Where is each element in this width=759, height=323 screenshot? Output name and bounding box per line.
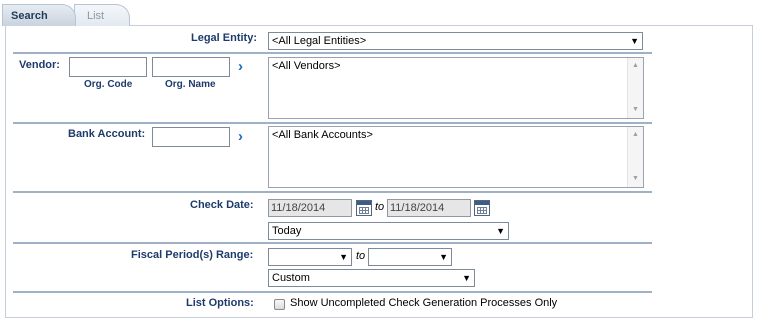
separator bbox=[13, 291, 652, 293]
org-name-label: Org. Name bbox=[165, 79, 216, 90]
bank-account-list-item[interactable]: <All Bank Accounts> bbox=[272, 129, 640, 141]
show-uncompleted-checkbox[interactable] bbox=[274, 299, 285, 310]
separator bbox=[13, 191, 652, 193]
vendor-listbox-scrollbar[interactable]: ▲ ▼ bbox=[627, 58, 643, 118]
fiscal-period-to-select[interactable]: ▼ bbox=[368, 248, 452, 266]
dropdown-arrow-icon: ▼ bbox=[630, 36, 639, 46]
tab-list[interactable]: List bbox=[74, 4, 130, 26]
bank-account-label: Bank Account: bbox=[68, 128, 146, 140]
vendor-org-code-input[interactable] bbox=[69, 57, 147, 77]
check-date-from-input[interactable]: 11/18/2014 bbox=[268, 199, 352, 217]
vendor-label: Vendor: bbox=[19, 59, 60, 71]
search-panel: Legal Entity: <All Legal Entities> ▼ Ven… bbox=[5, 25, 753, 318]
calendar-icon[interactable] bbox=[356, 200, 372, 216]
dropdown-arrow-icon: ▼ bbox=[462, 273, 471, 283]
dropdown-arrow-icon: ▼ bbox=[439, 252, 448, 262]
fiscal-period-to-label: to bbox=[356, 250, 366, 262]
legal-entity-select[interactable]: <All Legal Entities> ▼ bbox=[268, 32, 643, 50]
bank-account-input[interactable] bbox=[152, 127, 230, 147]
list-options-label: List Options: bbox=[186, 297, 254, 309]
separator bbox=[13, 242, 652, 244]
vendor-org-name-input[interactable] bbox=[152, 57, 230, 77]
bank-account-listbox[interactable]: <All Bank Accounts> ▲ ▼ bbox=[268, 126, 644, 188]
scroll-up-icon[interactable]: ▲ bbox=[628, 129, 643, 141]
fiscal-period-range-label: Fiscal Period(s) Range: bbox=[131, 249, 254, 261]
separator bbox=[13, 122, 652, 124]
check-date-preset-value: Today bbox=[272, 225, 302, 237]
scroll-up-icon[interactable]: ▲ bbox=[628, 60, 643, 72]
vendor-listbox[interactable]: <All Vendors> ▲ ▼ bbox=[268, 57, 644, 119]
separator bbox=[13, 52, 652, 54]
check-date-preset-select[interactable]: Today ▼ bbox=[268, 222, 509, 240]
chevron-right-icon[interactable]: › bbox=[238, 59, 250, 74]
legal-entity-selected-value: <All Legal Entities> bbox=[272, 35, 367, 47]
tab-search[interactable]: Search bbox=[2, 4, 76, 26]
calendar-icon[interactable] bbox=[474, 200, 490, 216]
scroll-down-icon[interactable]: ▼ bbox=[628, 104, 643, 116]
fiscal-period-from-select[interactable]: ▼ bbox=[268, 248, 352, 266]
vendor-list-item[interactable]: <All Vendors> bbox=[272, 60, 640, 72]
check-date-label: Check Date: bbox=[190, 199, 254, 211]
dropdown-arrow-icon: ▼ bbox=[496, 226, 505, 236]
tab-bar: List Search bbox=[0, 0, 759, 26]
check-date-to-input[interactable]: 11/18/2014 bbox=[387, 199, 471, 217]
scroll-down-icon[interactable]: ▼ bbox=[628, 173, 643, 185]
org-code-label: Org. Code bbox=[84, 79, 133, 90]
fiscal-period-preset-select[interactable]: Custom ▼ bbox=[268, 269, 475, 287]
check-date-to-label: to bbox=[375, 201, 385, 213]
dropdown-arrow-icon: ▼ bbox=[339, 252, 348, 262]
show-uncompleted-checkbox-label[interactable]: Show Uncompleted Check Generation Proces… bbox=[290, 297, 557, 309]
legal-entity-label: Legal Entity: bbox=[191, 32, 258, 44]
bank-account-listbox-scrollbar[interactable]: ▲ ▼ bbox=[627, 127, 643, 187]
chevron-right-icon[interactable]: › bbox=[238, 129, 250, 144]
fiscal-period-preset-value: Custom bbox=[272, 272, 310, 284]
